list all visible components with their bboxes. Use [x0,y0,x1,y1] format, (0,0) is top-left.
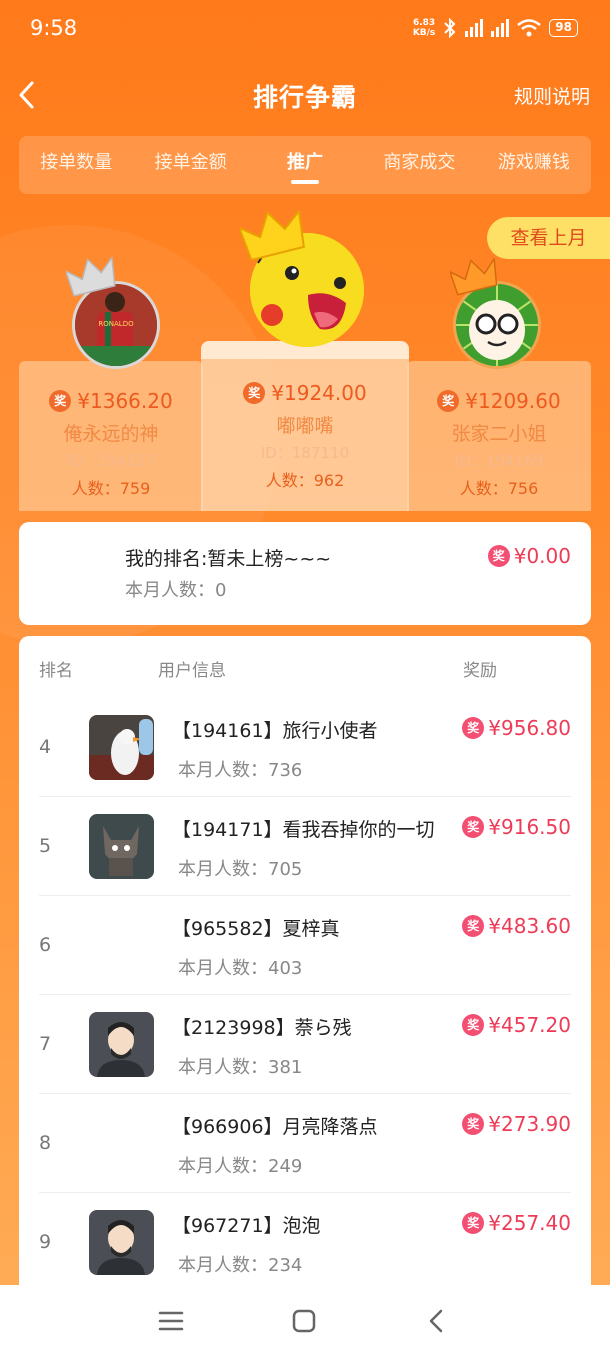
podium-id: ID：194169 [454,452,544,470]
status-bar: 9:58 6.83 KB/s 98 [0,0,610,60]
row-user-name: 【194161】旅行小使者 [172,720,378,742]
row-monthly-count: 本月人数：736 [178,760,303,781]
cell-signal-2-icon [491,19,510,37]
row-reward: 奖 ¥483.60 [462,914,571,938]
cell-signal-icon [465,19,484,37]
view-last-month-button[interactable]: 查看上月 [487,217,610,259]
wifi-icon [517,19,542,37]
tab-promotion[interactable]: 推广 [248,136,362,194]
reward-badge-icon: 奖 [462,1014,485,1036]
reward-badge-icon: 奖 [243,382,266,404]
row-user-name: 【966906】月亮降落点 [172,1116,378,1138]
row-monthly-count: 本月人数：705 [178,859,303,880]
row-user-name: 【194171】看我吞掉你的一切 [172,819,435,841]
reward-badge-icon: 奖 [462,717,485,739]
svg-text:RONALDO: RONALDO [98,320,134,328]
podium-second: 奖 ¥1366.20 俺永远的神 ID：194157 人数：759 [19,361,203,511]
reward-badge-icon: 奖 [487,545,510,567]
battery-indicator: 98 [549,19,578,37]
row-avatar [89,1012,154,1077]
reward-badge-icon: 奖 [462,1113,485,1135]
reward-badge-icon: 奖 [462,915,485,937]
reward-badge-icon: 奖 [49,390,72,412]
row-rank: 9 [39,1231,52,1253]
row-reward: 奖 ¥916.50 [462,815,571,839]
bluetooth-icon [444,18,456,38]
column-user-info: 用户信息 [158,661,226,681]
row-avatar [89,715,154,780]
tab-game-earnings[interactable]: 游戏赚钱 [477,136,591,194]
status-time: 9:58 [30,16,78,40]
ranking-row[interactable]: 4 【194161】旅行小使者 本月人数：736 奖 ¥956.80 [39,698,571,797]
column-reward: 奖励 [463,661,497,681]
column-rank: 排名 [39,661,73,681]
header: 排行争霸 规则说明 [0,64,610,124]
podium-count: 人数：759 [71,479,151,498]
my-rank-card: 我的排名:暂未上榜~~~ 本月人数：0 奖 ¥0.00 [19,522,591,625]
my-rank-label: 我的排名:暂未上榜~~~ [125,548,332,570]
podium-name: 俺永远的神 [63,423,159,445]
ranking-row[interactable]: 9 【967271】泡泡 本月人数：234 奖 ¥257.40 [39,1193,571,1285]
row-user-name: 【965582】夏梓真 [172,918,340,940]
row-reward: 奖 ¥956.80 [462,716,571,740]
tab-bar: 接单数量 接单金额 推广 商家成交 游戏赚钱 [19,136,591,194]
row-rank: 5 [39,835,52,857]
tab-order-count[interactable]: 接单数量 [19,136,133,194]
row-rank: 6 [39,934,52,956]
silver-crown-icon [66,257,116,297]
reward-badge-icon: 奖 [462,816,485,838]
system-nav-bar [0,1285,610,1356]
row-user-name: 【2123998】萘ら残 [172,1017,352,1039]
ranking-row[interactable]: 6 【965582】夏梓真 本月人数：403 奖 ¥483.60 [39,896,571,995]
status-icons: 6.83 KB/s 98 [413,18,578,38]
glasses-face-avatar-icon [456,284,538,366]
podium-id: ID：187110 [260,444,350,462]
bronze-crown-icon [450,258,498,296]
row-rank: 4 [39,736,52,758]
tab-order-amount[interactable]: 接单金额 [133,136,247,194]
tab-merchant-deals[interactable]: 商家成交 [362,136,476,194]
goose-avatar-icon [89,715,154,780]
row-reward: 奖 ¥273.90 [462,1112,571,1136]
app-screen: 9:58 6.83 KB/s 98 排行争霸 规则说明 接单数量 接单金额 推广… [0,0,610,1285]
row-reward: 奖 ¥257.40 [462,1211,571,1235]
row-user-name: 【967271】泡泡 [172,1215,321,1237]
podium-id: ID：194157 [66,452,156,470]
row-monthly-count: 本月人数：234 [178,1255,303,1276]
podium-name: 嘟嘟嘴 [276,415,334,437]
row-avatar [89,1210,154,1275]
row-reward: 奖 ¥457.20 [462,1013,571,1037]
ranking-row[interactable]: 7 【2123998】萘ら残 本月人数：381 奖 ¥457.20 [39,995,571,1094]
podium-name: 张家二小姐 [451,423,547,445]
row-monthly-count: 本月人数：403 [178,958,303,979]
podium-reward: 奖 ¥1366.20 [19,389,203,413]
network-speed: 6.83 KB/s [412,18,436,38]
podium-count: 人数：756 [459,479,539,498]
reward-badge-icon: 奖 [437,390,460,412]
home-icon[interactable] [284,1305,324,1337]
reward-badge-icon: 奖 [462,1212,485,1234]
ranking-row[interactable]: 5 【194171】看我吞掉你的一切 本月人数：705 奖 ¥916.50 [39,797,571,896]
row-avatar [89,814,154,879]
podium-first: 奖 ¥1924.00 嘟嘟嘴 ID：187110 人数：962 [201,341,409,511]
podium-third: 奖 ¥1209.60 张家二小姐 ID：194169 人数：756 [407,361,591,511]
back-icon[interactable] [417,1305,457,1337]
my-monthly-count: 本月人数：0 [125,580,227,601]
podium-reward: 奖 ¥1924.00 [201,381,409,405]
ranking-row[interactable]: 8 【966906】月亮降落点 本月人数：249 奖 ¥273.90 [39,1094,571,1193]
row-monthly-count: 本月人数：381 [178,1057,303,1078]
default-user-avatar-icon [89,1210,154,1275]
gold-crown-icon [240,210,305,260]
rules-link[interactable]: 规则说明 [514,82,590,109]
my-reward: 奖 ¥0.00 [487,544,571,568]
podium-reward: 奖 ¥1209.60 [407,389,591,413]
menu-icon[interactable] [151,1305,191,1337]
default-user-avatar-icon [89,1012,154,1077]
podium-count: 人数：962 [265,471,345,490]
cat-avatar-icon [89,814,154,879]
ranking-list: 排名 用户信息 奖励 4 【194161】旅行小使者 本月人数：736 奖 ¥9… [19,636,591,1285]
row-monthly-count: 本月人数：249 [178,1156,303,1177]
row-rank: 8 [39,1132,52,1154]
row-rank: 7 [39,1033,52,1055]
